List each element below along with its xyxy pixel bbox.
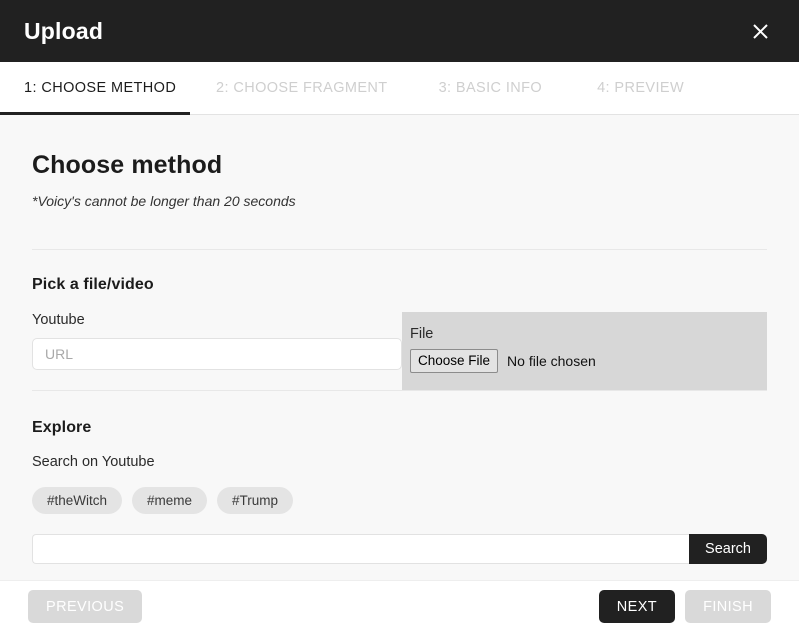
file-input-row[interactable]: Choose File No file chosen [410, 349, 767, 373]
section-title-explore: Explore [32, 419, 92, 436]
duration-note: *Voicy's cannot be longer than 20 second… [32, 193, 296, 209]
tab-preview[interactable]: 4: PREVIEW [556, 62, 698, 114]
youtube-label: Youtube [32, 312, 85, 328]
pick-file-row: Youtube File Choose File No file chosen [32, 312, 767, 390]
next-button[interactable]: NEXT [598, 590, 676, 623]
divider-bottom [32, 390, 767, 391]
tag-chip[interactable]: #Trump [217, 487, 294, 514]
page-title: Choose method [32, 151, 223, 179]
search-on-youtube-label: Search on Youtube [32, 454, 155, 470]
youtube-url-group: Youtube [32, 312, 402, 390]
previous-button[interactable]: PREVIOUS [28, 590, 143, 623]
tab-basic-info-label: 3: BASIC INFO [438, 80, 543, 96]
tab-choose-fragment[interactable]: 2: CHOOSE FRAGMENT [190, 62, 402, 114]
modal-footer: PREVIOUS NEXT FINISH [0, 580, 799, 632]
tag-list: #theWitch #meme #Trump [32, 487, 767, 514]
tab-choose-method-label: 1: CHOOSE METHOD [24, 80, 177, 96]
youtube-search-row: Search [32, 534, 767, 564]
file-label: File [410, 326, 434, 342]
tag-chip[interactable]: #meme [132, 487, 208, 514]
no-file-chosen-text: No file chosen [507, 352, 596, 369]
youtube-search-input[interactable] [32, 534, 690, 564]
search-button[interactable]: Search [689, 534, 767, 564]
youtube-url-input[interactable] [32, 338, 402, 370]
tag-chip[interactable]: #theWitch [32, 487, 123, 514]
modal-title: Upload [24, 17, 104, 44]
tab-choose-method[interactable]: 1: CHOOSE METHOD [0, 62, 190, 115]
step-tabs: 1: CHOOSE METHOD 2: CHOOSE FRAGMENT 3: B… [0, 62, 799, 115]
modal-content: Choose method *Voicy's cannot be longer … [0, 115, 799, 580]
finish-button[interactable]: FINISH [685, 590, 771, 623]
file-upload-group: File Choose File No file chosen [402, 312, 767, 390]
tab-basic-info[interactable]: 3: BASIC INFO [402, 62, 557, 114]
divider-top [32, 249, 767, 250]
tab-preview-label: 4: PREVIEW [597, 80, 685, 96]
modal-titlebar: Upload [0, 0, 799, 62]
footer-actions: NEXT FINISH [598, 590, 771, 623]
upload-modal: Upload 1: CHOOSE METHOD 2: CHOOSE FRAGME… [0, 0, 799, 632]
tab-choose-fragment-label: 2: CHOOSE FRAGMENT [216, 80, 388, 96]
section-title-pick-file: Pick a file/video [32, 276, 154, 293]
choose-file-button[interactable]: Choose File [410, 349, 499, 373]
close-icon[interactable] [743, 14, 777, 48]
